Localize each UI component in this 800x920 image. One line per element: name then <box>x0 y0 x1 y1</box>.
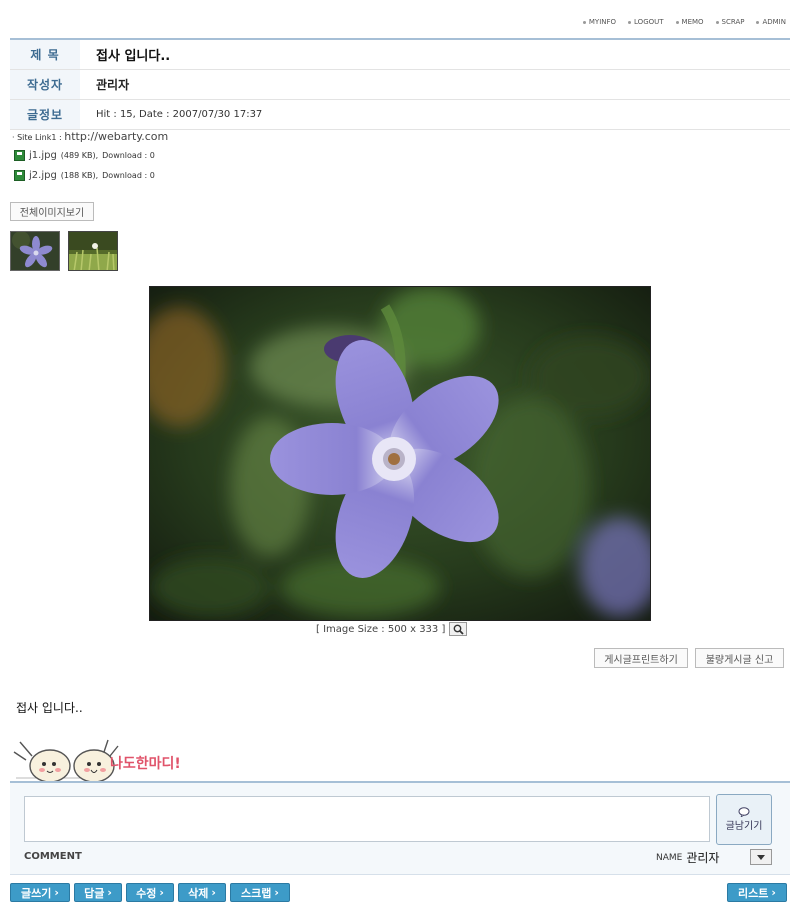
chevron-right-icon: › <box>54 886 59 899</box>
chevron-right-icon: › <box>107 886 112 899</box>
chevron-right-icon: › <box>771 886 776 899</box>
reply-button[interactable]: 답글 › <box>74 883 122 902</box>
image-size-text: [ Image Size : 500 x 333 ] <box>316 623 446 635</box>
edit-button-label: 수정 <box>136 886 157 900</box>
bullet-icon <box>715 20 719 24</box>
bullet-icon <box>582 20 586 24</box>
report-post-button[interactable]: 불량게시글 신고 <box>695 648 784 668</box>
menu-admin[interactable]: ADMIN <box>756 18 786 26</box>
bullet-icon <box>628 20 632 24</box>
chevron-right-icon: › <box>274 886 279 899</box>
view-all-images-button[interactable]: 전체이미지보기 <box>10 202 94 221</box>
comment-options-dropdown[interactable] <box>750 849 772 865</box>
edit-button[interactable]: 수정 › <box>126 883 174 902</box>
bullet-icon <box>756 20 760 24</box>
write-button-label: 글쓰기 <box>21 886 52 900</box>
menu-myinfo[interactable]: MYINFO <box>582 18 616 26</box>
menu-logout[interactable]: LOGOUT <box>628 18 664 26</box>
post-meta: Hit : 15, Date : 2007/07/30 17:37 <box>96 109 263 120</box>
list-button-label: 리스트 <box>738 886 769 900</box>
attachment-size: (489 KB), <box>60 151 99 160</box>
chevron-right-icon: › <box>159 886 164 899</box>
menu-memo[interactable]: MEMO <box>675 18 704 26</box>
reply-button-label: 답글 <box>84 886 105 900</box>
attachment-name[interactable]: j1.jpg <box>29 150 57 161</box>
image-size-info: [ Image Size : 500 x 333 ] <box>316 622 468 636</box>
list-button[interactable]: 리스트 › <box>727 883 787 902</box>
triangle-down-icon <box>757 854 765 860</box>
comment-textarea[interactable] <box>24 796 710 842</box>
site-link: · Site Link1 : http://webarty.com <box>12 130 168 143</box>
subject-row: 제 목 접사 입니다.. <box>10 40 790 70</box>
attachment-downloads: Download : 0 <box>102 171 155 180</box>
info-row: 글정보 Hit : 15, Date : 2007/07/30 17:37 <box>10 100 790 130</box>
comment-name: NAME 관리자 <box>656 849 719 866</box>
comment-submit-label: 글남기기 <box>725 821 763 832</box>
post-body: 접사 입니다.. <box>16 701 83 715</box>
info-label: 글정보 <box>10 100 80 129</box>
subject-label: 제 목 <box>10 40 80 69</box>
chevron-right-icon: › <box>211 886 216 899</box>
attachment-downloads: Download : 0 <box>102 151 155 160</box>
flower-photo-image <box>150 287 650 620</box>
grass-thumbnail-image <box>69 232 117 270</box>
comment-form: 글남기기 COMMENT NAME 관리자 <box>10 781 790 875</box>
comment-name-value: 관리자 <box>686 851 720 865</box>
attachment-1[interactable]: j1.jpg (489 KB), Download : 0 <box>14 150 155 161</box>
thumbnail-1[interactable] <box>10 231 60 271</box>
bullet-icon <box>675 20 679 24</box>
top-menu: MYINFO LOGOUT MEMO SCRAP ADMIN <box>582 18 786 26</box>
zoom-button[interactable] <box>449 622 468 636</box>
post-info-table: 제 목 접사 입니다.. 작성자 관리자 글정보 Hit : 15, Date … <box>10 38 790 130</box>
magnifier-icon <box>453 624 464 635</box>
scrap-button[interactable]: 스크랩 › <box>230 883 290 902</box>
mascot-image <box>13 739 119 783</box>
scrap-button-label: 스크랩 <box>241 886 272 900</box>
floppy-disk-icon <box>14 150 25 161</box>
site-link-label: · Site Link1 : <box>12 133 62 142</box>
flower-thumbnail-image <box>11 232 59 270</box>
delete-button[interactable]: 삭제 › <box>178 883 226 902</box>
mascot-text: 나도한마디! <box>110 756 181 772</box>
delete-button-label: 삭제 <box>188 886 209 900</box>
post-subject: 접사 입니다.. <box>96 49 171 64</box>
attachment-name[interactable]: j2.jpg <box>29 170 57 181</box>
attachment-size: (188 KB), <box>60 171 99 180</box>
speech-bubble-icon <box>738 807 750 817</box>
menu-scrap[interactable]: SCRAP <box>715 18 744 26</box>
comment-mascot-banner: 나도한마디! <box>12 738 212 784</box>
floppy-disk-icon <box>14 170 25 181</box>
comment-name-label: NAME <box>656 852 683 863</box>
write-button[interactable]: 글쓰기 › <box>10 883 70 902</box>
attachment-2[interactable]: j2.jpg (188 KB), Download : 0 <box>14 170 155 181</box>
post-writer[interactable]: 관리자 <box>80 76 129 93</box>
writer-label: 작성자 <box>10 70 80 99</box>
writer-row: 작성자 관리자 <box>10 70 790 100</box>
comment-label: COMMENT <box>24 851 82 862</box>
site-link-url[interactable]: http://webarty.com <box>64 130 168 143</box>
thumbnail-2[interactable] <box>68 231 118 271</box>
main-photo[interactable] <box>149 286 651 621</box>
comment-submit-button[interactable]: 글남기기 <box>716 794 772 845</box>
print-post-button[interactable]: 게시글프린트하기 <box>594 648 688 668</box>
